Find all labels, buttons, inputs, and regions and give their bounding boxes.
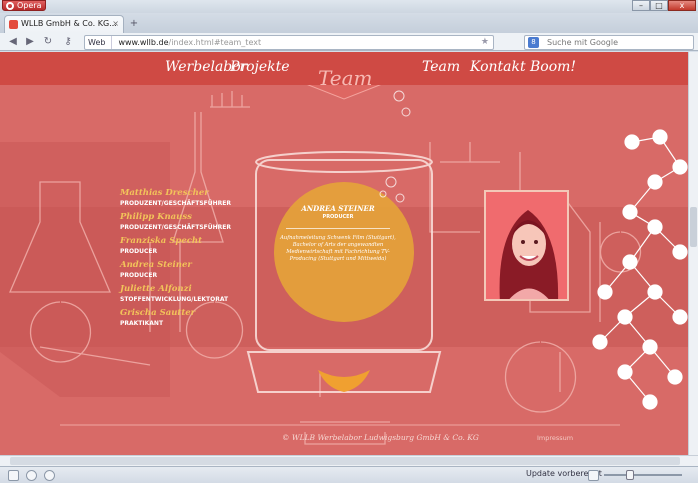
page-title: Team: [318, 66, 373, 90]
url-path: /index.html#team_text: [168, 38, 262, 47]
bio-divider: [286, 228, 390, 229]
team-member-knauss[interactable]: Philipp Knauss PRODUZENT/GESCHÄFTSFÜHRER: [120, 212, 231, 232]
search-placeholder: Suche mit Google: [547, 38, 618, 47]
opera-menu-button[interactable]: Opera: [2, 0, 46, 11]
nav-kontakt[interactable]: Kontakt: [470, 59, 526, 75]
member-role: PRODUCER: [120, 272, 158, 279]
nav-boom[interactable]: Boom!: [530, 59, 576, 75]
google-icon: 8: [528, 37, 539, 48]
team-member-specht[interactable]: Franziska Specht PRODUCER: [120, 236, 231, 256]
zoom-slider[interactable]: [604, 474, 682, 476]
member-name: Franziska Specht: [120, 236, 203, 246]
member-name: Grischa Sautter: [120, 308, 196, 318]
member-role: PRODUZENT/GESCHÄFTSFÜHRER: [120, 200, 231, 207]
back-icon[interactable]: ◀: [6, 35, 20, 49]
bio-role: PRODUCER: [322, 214, 354, 220]
member-name: Juliette Alfonzi: [120, 284, 192, 294]
cloud-icon[interactable]: [26, 470, 37, 481]
search-input[interactable]: 8 Suche mit Google: [524, 35, 694, 50]
address-field[interactable]: Web www.wllb.de /index.html#team_text ★: [84, 35, 494, 50]
member-role: STOFFENTWICKLUNG/LEKTORAT: [120, 296, 229, 303]
address-toolbar: ◀ ▶ ↻ ⚷ Web www.wllb.de /index.html#team…: [0, 33, 698, 51]
key-icon[interactable]: ⚷: [61, 35, 75, 49]
scroll-thumb[interactable]: [690, 207, 697, 247]
member-name: Philipp Knauss: [120, 212, 192, 222]
new-tab-button[interactable]: +: [127, 18, 141, 30]
footer-copyright: © WLLB Werbelabor Ludwigsburg GmbH & Co.…: [282, 433, 479, 442]
footer-imprint-link[interactable]: Impressum: [537, 434, 573, 442]
member-name: Matthias Drescher: [120, 188, 209, 198]
tab-wllb[interactable]: WLLB GmbH & Co. KG... ×: [4, 15, 124, 33]
team-list: Matthias Drescher PRODUZENT/GESCHÄFTSFÜH…: [120, 188, 231, 332]
bio-text: Aufnahmeleitung Schwenk Film (Stuttgart)…: [280, 235, 396, 262]
team-member-alfonzi[interactable]: Juliette Alfonzi STOFFENTWICKLUNG/LEKTOR…: [120, 284, 231, 304]
url-domain: www.wllb.de: [118, 38, 169, 47]
reload-icon[interactable]: ↻: [41, 35, 55, 49]
team-member-drescher[interactable]: Matthias Drescher PRODUZENT/GESCHÄFTSFÜH…: [120, 188, 231, 208]
bookmark-star-icon[interactable]: ★: [481, 36, 489, 49]
favicon-icon: [9, 20, 18, 29]
window-controls: – □ x: [632, 0, 696, 11]
team-member-steiner[interactable]: Andrea Steiner PRODUCER: [120, 260, 231, 280]
bio-name: ANDREA STEINER: [301, 204, 375, 213]
member-role: PRODUZENT/GESCHÄFTSFÜHRER: [120, 224, 231, 231]
close-window-button[interactable]: x: [668, 0, 696, 11]
nav-team[interactable]: Team: [422, 59, 460, 75]
minimize-button[interactable]: –: [632, 0, 650, 11]
member-photo: [484, 190, 569, 301]
vertical-scrollbar[interactable]: [688, 52, 698, 455]
status-bar: Update vorbereitet: [0, 466, 698, 483]
nav-projekte[interactable]: Projekte: [230, 59, 290, 75]
forward-icon[interactable]: ▶: [23, 35, 37, 49]
maximize-button[interactable]: □: [650, 0, 668, 11]
member-role: PRAKTIKANT: [120, 320, 164, 327]
web-page: Werbelabor Projekte Team Kontakt Boom! T…: [0, 52, 688, 455]
horizontal-scrollbar[interactable]: [0, 455, 698, 466]
tab-close-icon[interactable]: ×: [112, 16, 119, 32]
tab-title: WLLB GmbH & Co. KG...: [21, 19, 117, 28]
opera-menu-label: Opera: [17, 1, 42, 10]
speed-dial-icon[interactable]: [44, 470, 55, 481]
portrait-image: [486, 192, 567, 299]
web-mode-label[interactable]: Web: [88, 36, 113, 49]
title-bar: Opera – □ x: [0, 0, 698, 13]
member-bio: ANDREA STEINER PRODUCER Aufnahmeleitung …: [276, 204, 400, 263]
tab-bar: WLLB GmbH & Co. KG... × +: [0, 13, 698, 33]
opera-logo-icon: [6, 2, 14, 10]
team-member-sautter[interactable]: Grischa Sautter PRAKTIKANT: [120, 308, 231, 328]
browser-window: Opera – □ x WLLB GmbH & Co. KG... × + ◀ …: [0, 0, 698, 483]
member-role: PRODUCER: [120, 248, 158, 255]
panel-toggle-icon[interactable]: [8, 470, 19, 481]
zoom-slider-handle[interactable]: [626, 470, 634, 480]
view-icon[interactable]: [588, 470, 599, 481]
scroll-thumb[interactable]: [10, 457, 680, 465]
member-name: Andrea Steiner: [120, 260, 192, 270]
